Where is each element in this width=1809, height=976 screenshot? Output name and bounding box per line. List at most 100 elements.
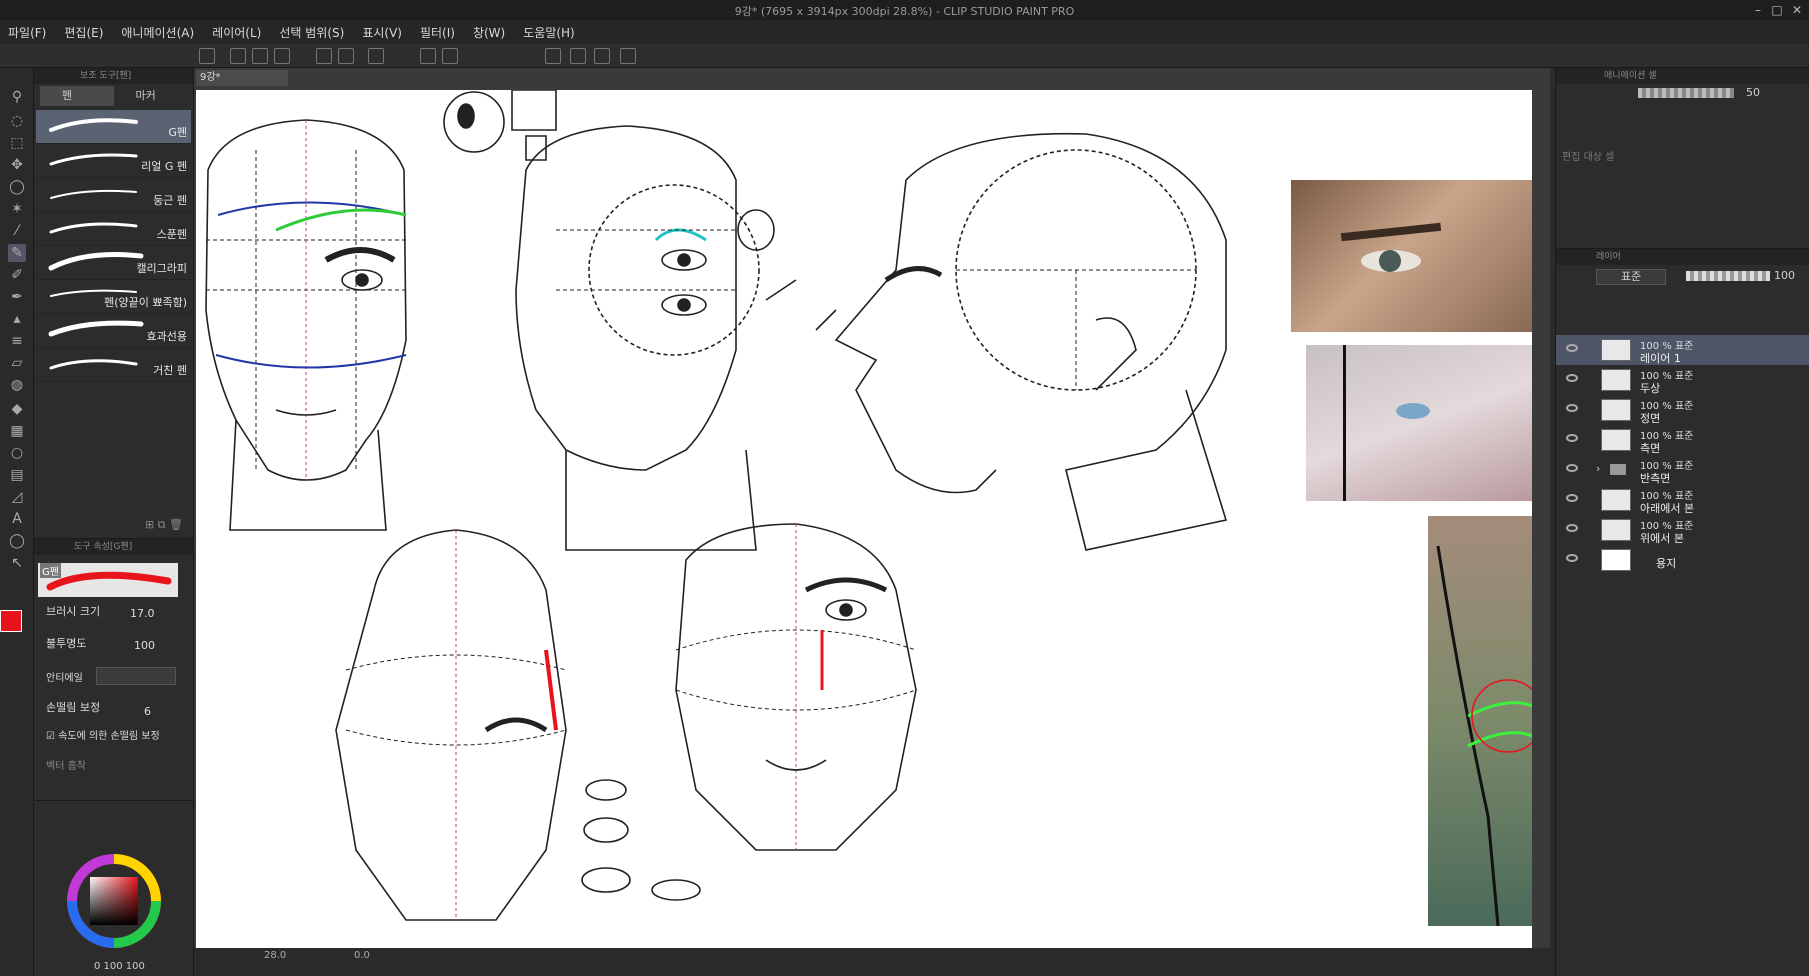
layer-name: 정면 <box>1640 412 1661 425</box>
speed-stabilization-checkbox[interactable]: ☑ 속도에 의한 손떨림 보정 <box>46 727 160 742</box>
menu-filter[interactable]: 필터(I) <box>420 24 455 41</box>
transform-icon[interactable] <box>442 48 458 64</box>
tab-pen[interactable]: 펜 <box>40 86 114 106</box>
gradient-icon[interactable]: ▦ <box>8 422 26 440</box>
layer-select-icon[interactable]: ⬚ <box>8 134 26 152</box>
reference-photo-neck <box>1428 516 1532 927</box>
brush-rough-pen[interactable]: 거친 펜 <box>36 348 191 382</box>
pencil-icon[interactable]: ✐ <box>8 266 26 284</box>
layer-item[interactable]: 100 % 표준 두상 <box>1556 365 1809 395</box>
new-file-icon[interactable] <box>230 48 246 64</box>
maximize-icon[interactable]: □ <box>1768 2 1786 18</box>
visibility-eye-icon[interactable] <box>1566 434 1578 442</box>
redo-icon[interactable] <box>338 48 354 64</box>
onion-opacity-value[interactable]: 50 <box>1746 86 1760 99</box>
animation-cel-panel: 애니메이션 셀 50 편집 대상 셀 <box>1555 68 1809 248</box>
menu-file[interactable]: 파일(F) <box>8 24 46 41</box>
layer-item[interactable]: 100 % 표준 레이어 1 <box>1556 335 1809 365</box>
menu-help[interactable]: 도움말(H) <box>523 24 575 41</box>
save-icon[interactable] <box>274 48 290 64</box>
eyedropper-icon[interactable]: ⁄ <box>8 222 26 240</box>
color-wheel[interactable] <box>34 801 194 976</box>
brush-name: 거친 펜 <box>153 364 187 377</box>
zoom-readout[interactable]: 28.0 <box>264 950 286 961</box>
help-icon[interactable] <box>620 48 636 64</box>
brush-effect-line[interactable]: 효과선용 <box>36 314 191 348</box>
visibility-eye-icon[interactable] <box>1566 404 1578 412</box>
drawing-canvas[interactable] <box>196 90 1532 952</box>
layer-item[interactable]: 100 % 표준 위에서 본 <box>1556 515 1809 545</box>
menu-selection[interactable]: 선택 범위(S) <box>279 24 344 41</box>
brush-name: 둥근 펜 <box>153 194 187 207</box>
tab-marker[interactable]: 마커 <box>114 86 188 106</box>
rotate-icon[interactable]: ◌ <box>8 112 26 130</box>
fill-icon[interactable] <box>420 48 436 64</box>
ruler-icon[interactable] <box>545 48 561 64</box>
brush-name: 리얼 G 펜 <box>141 160 187 173</box>
layer-item[interactable]: 100 % 표준 측면 <box>1556 425 1809 455</box>
brush-real-g-pen[interactable]: 리얼 G 펜 <box>36 144 191 178</box>
airbrush-icon[interactable]: ▴ <box>8 310 26 328</box>
eraser-icon[interactable]: ▱ <box>8 354 26 372</box>
visibility-eye-icon[interactable] <box>1566 494 1578 502</box>
snap-icon[interactable] <box>594 48 610 64</box>
home-icon[interactable] <box>199 48 215 64</box>
brush-round-pen[interactable]: 둥근 펜 <box>36 178 191 212</box>
menu-animation[interactable]: 애니메이션(A) <box>121 24 194 41</box>
fill-bucket-icon[interactable]: ◆ <box>8 400 26 418</box>
status-bar: 28.0 0.0 <box>194 948 1550 964</box>
subtool-actions[interactable]: ⊞ ⧉ 🗑 <box>145 518 183 532</box>
magic-wand-icon[interactable]: ✶ <box>8 200 26 218</box>
move-icon[interactable]: ✥ <box>8 156 26 174</box>
visibility-eye-icon[interactable] <box>1566 374 1578 382</box>
brush-g-pen[interactable]: G펜 <box>36 110 191 144</box>
main-color-swatch[interactable] <box>0 610 22 632</box>
document-tab[interactable]: 9강* <box>196 70 288 86</box>
layer-item[interactable]: 100 % 표준 아래에서 본 <box>1556 485 1809 515</box>
onion-opacity-slider[interactable] <box>1638 88 1734 98</box>
blend-mode-select[interactable]: 표준 <box>1596 269 1666 285</box>
lasso-icon[interactable]: ◯ <box>8 178 26 196</box>
zoom-icon[interactable]: ⚲ <box>8 88 26 106</box>
text-icon[interactable]: A <box>8 510 26 528</box>
menu-layer[interactable]: 레이어(L) <box>212 24 261 41</box>
antialias-selector[interactable] <box>96 667 176 685</box>
balloon-icon[interactable]: ◯ <box>8 532 26 550</box>
brush-calligraphy[interactable]: 캘리그라피 <box>36 246 191 280</box>
ruler-tool-icon[interactable]: ◿ <box>8 488 26 506</box>
brush-size-value[interactable]: 17.0 <box>130 607 155 620</box>
layer-folder[interactable]: › 100 % 표준 반측면 <box>1556 455 1809 485</box>
pen-icon[interactable]: ✎ <box>8 244 26 262</box>
figure-icon[interactable]: ○ <box>8 444 26 462</box>
stabilization-value[interactable]: 6 <box>144 705 151 718</box>
brush-stroke-preview <box>49 118 138 132</box>
minimize-icon[interactable]: – <box>1749 2 1767 18</box>
angle-readout[interactable]: 0.0 <box>354 950 370 961</box>
brush-tapered-pen[interactable]: 펜(양끝이 뾰족함) <box>36 280 191 314</box>
layer-item[interactable]: 100 % 표준 정면 <box>1556 395 1809 425</box>
close-icon[interactable]: ✕ <box>1788 2 1806 18</box>
visibility-eye-icon[interactable] <box>1566 464 1578 472</box>
visibility-eye-icon[interactable] <box>1566 524 1578 532</box>
correct-line-icon[interactable]: ↖ <box>8 554 26 572</box>
menu-window[interactable]: 창(W) <box>473 24 505 41</box>
blend-icon[interactable]: ◍ <box>8 376 26 394</box>
paper-layer[interactable]: 용지 <box>1556 545 1809 575</box>
opacity-value[interactable]: 100 <box>134 639 155 652</box>
frame-icon[interactable]: ▤ <box>8 466 26 484</box>
brush-icon[interactable]: ✒ <box>8 288 26 306</box>
menu-edit[interactable]: 편집(E) <box>64 24 103 41</box>
brush-name: 스푼펜 <box>156 228 187 241</box>
visibility-eye-icon[interactable] <box>1566 554 1578 562</box>
layer-opacity-slider[interactable] <box>1686 271 1770 281</box>
visibility-eye-icon[interactable] <box>1566 344 1578 352</box>
layer-opacity-value[interactable]: 100 <box>1774 269 1795 282</box>
open-file-icon[interactable] <box>252 48 268 64</box>
menu-view[interactable]: 표시(V) <box>362 24 402 41</box>
layer-thumbnail <box>1601 429 1631 451</box>
brush-spoon-pen[interactable]: 스푼펜 <box>36 212 191 246</box>
decoration-icon[interactable]: ≡ <box>8 332 26 350</box>
perspective-ruler-icon[interactable] <box>570 48 586 64</box>
expand-chevron-icon[interactable]: › <box>1596 462 1600 475</box>
undo-icon[interactable] <box>316 48 332 64</box>
